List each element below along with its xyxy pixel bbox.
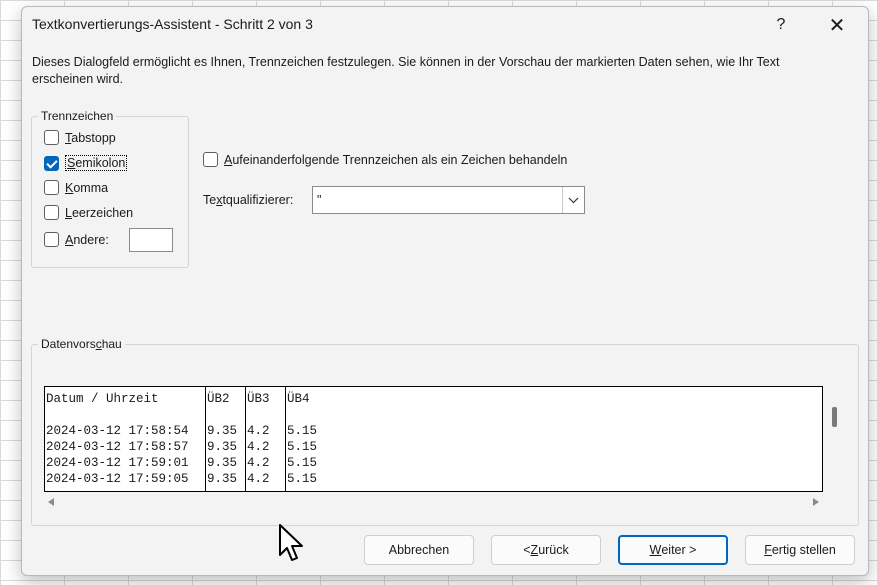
comma-checkbox-box[interactable] [44,180,59,195]
dialog-description: Dieses Dialogfeld ermöglicht es Ihnen, T… [32,55,780,86]
checkbox-other[interactable]: Andere: [44,232,109,247]
dialog-title: Textkonvertierungs-Assistent - Schritt 2… [32,16,313,32]
tab-label: Tabstopp [65,130,116,145]
consecutive-checkbox-box[interactable] [203,152,218,167]
mouse-cursor-icon [279,524,303,561]
text-import-wizard-dialog: Textkonvertierungs-Assistent - Schritt 2… [21,6,869,576]
preview-cell: 4.2 [247,440,270,454]
preview-cell: 2024-03-12 17:59:05 [46,472,189,486]
preview-cell: 9.35 [207,424,238,438]
preview-cell: ÜB4 [287,392,310,406]
preview-cell: 5.15 [287,424,318,438]
checkbox-space[interactable]: Leerzeichen [44,205,133,220]
preview-cell: 9.35 [207,440,238,454]
comma-label: Komma [65,180,109,195]
close-button[interactable]: ✕ [814,7,860,43]
delimiters-legend: Trennzeichen [38,109,117,123]
preview-column-3[interactable]: ÜB3 4.2 4.2 4.2 4.2 [245,387,285,491]
preview-cell: 2024-03-12 17:59:01 [46,456,189,470]
preview-column-4[interactable]: ÜB4 5.15 5.15 5.15 5.15 [285,387,366,491]
preview-cell: 4.2 [247,456,270,470]
preview-cell: ÜB2 [207,392,230,406]
text-qualifier-select[interactable]: " [312,186,585,214]
preview-column-2[interactable]: ÜB2 9.35 9.35 9.35 9.35 [205,387,245,491]
preview-cell: 5.15 [287,440,318,454]
checkbox-semicolon[interactable]: Semikolon [44,155,128,171]
preview-horizontal-scrollbar[interactable] [44,495,823,509]
title-bar[interactable]: Textkonvertierungs-Assistent - Schritt 2… [22,7,868,43]
preview-vertical-scrollbar[interactable] [825,386,845,492]
checkbox-comma[interactable]: Komma [44,180,108,195]
preview-cell: 4.2 [247,424,270,438]
checkbox-tab[interactable]: Tabstopp [44,130,116,145]
checkbox-consecutive-delimiters[interactable]: Aufeinanderfolgende Trennzeichen als ein… [203,152,567,167]
finish-button[interactable]: Fertig stellen [745,535,855,565]
scroll-right-icon[interactable] [812,498,819,506]
scroll-left-icon[interactable] [48,498,55,506]
preview-cell: 5.15 [287,456,318,470]
preview-cell: 4.2 [247,472,270,486]
data-preview-table[interactable]: Datum / Uhrzeit 2024-03-12 17:58:54 2024… [44,386,823,492]
space-label: Leerzeichen [65,205,134,220]
data-preview-legend: Datenvorschau [38,337,125,351]
cancel-button[interactable]: Abbrechen [364,535,474,565]
semicolon-checkbox-box[interactable] [44,155,59,171]
chevron-down-icon[interactable] [562,187,584,213]
back-button[interactable]: < Zurück [491,535,601,565]
preview-column-1[interactable]: Datum / Uhrzeit 2024-03-12 17:58:54 2024… [45,387,205,491]
help-button[interactable]: ? [758,7,804,43]
other-delimiter-input[interactable] [129,228,173,252]
preview-cell: 9.35 [207,472,238,486]
text-qualifier-label: Textqualifizierer: [203,193,294,207]
text-qualifier-value: " [317,193,322,207]
preview-cell: 9.35 [207,456,238,470]
scrollbar-thumb[interactable] [832,407,837,427]
consecutive-label: Aufeinanderfolgende Trennzeichen als ein… [224,152,568,167]
tab-checkbox-box[interactable] [44,130,59,145]
preview-cell: 2024-03-12 17:58:57 [46,440,189,454]
space-checkbox-box[interactable] [44,205,59,220]
preview-cell: 5.15 [287,472,318,486]
next-button[interactable]: Weiter > [618,535,728,565]
preview-cell: Datum / Uhrzeit [46,392,159,406]
other-checkbox-box[interactable] [44,232,59,247]
preview-cell: 2024-03-12 17:58:54 [46,424,189,438]
preview-cell: ÜB3 [247,392,270,406]
other-label: Andere: [65,232,109,247]
semicolon-label: Semikolon [65,155,128,171]
